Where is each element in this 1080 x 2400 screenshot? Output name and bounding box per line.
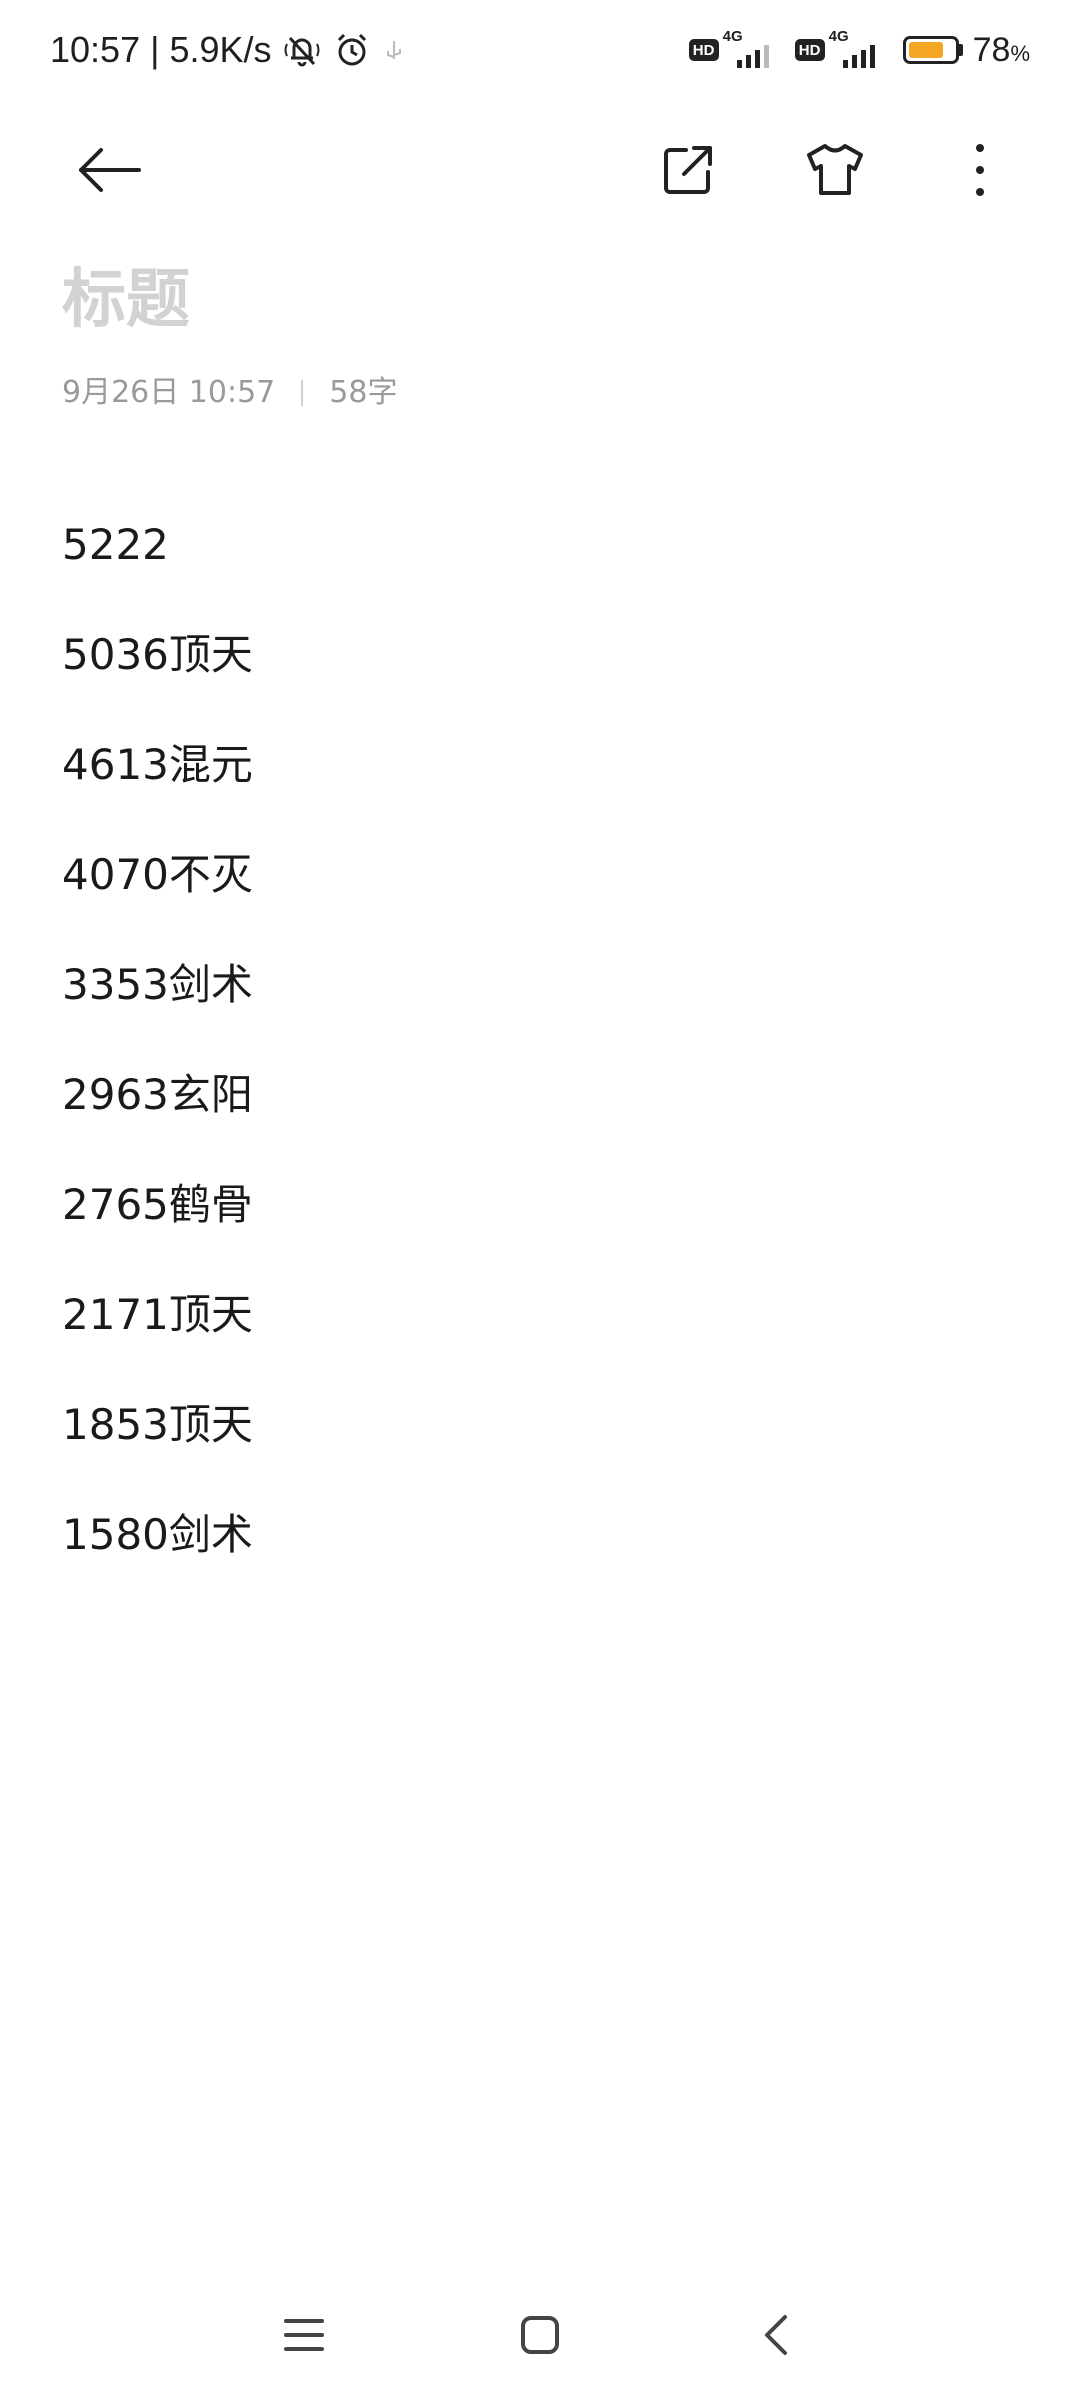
status-separator: | xyxy=(150,29,160,70)
status-left: 10:57 | 5.9K/s xyxy=(50,26,406,74)
theme-shirt-icon xyxy=(807,144,863,195)
note-line[interactable]: 4070不灭 xyxy=(62,820,1022,930)
note-line[interactable]: 1853顶天 xyxy=(62,1370,1022,1480)
share-icon xyxy=(664,146,712,194)
battery-fill xyxy=(908,42,943,58)
back-button[interactable] xyxy=(70,130,150,210)
note-title-input[interactable]: 标题 xyxy=(62,255,190,345)
battery-unit: % xyxy=(1010,40,1030,66)
back-arrow-icon xyxy=(79,148,141,192)
note-line[interactable]: 5222 xyxy=(62,490,1022,600)
system-back-button[interactable] xyxy=(736,2305,816,2365)
signal-bars-icon xyxy=(736,45,769,68)
battery-percentage: 78% xyxy=(973,31,1030,70)
usb-icon xyxy=(382,35,406,65)
battery-tip xyxy=(958,44,963,56)
theme-button[interactable] xyxy=(795,130,875,210)
toolbar xyxy=(0,110,1080,230)
share-button[interactable] xyxy=(648,130,728,210)
note-char-count: 58字 xyxy=(329,375,398,410)
system-nav-bar xyxy=(0,2290,1080,2380)
more-vertical-icon xyxy=(976,144,984,196)
back-icon xyxy=(765,2315,787,2355)
note-date: 9月26日 10:57 xyxy=(62,375,276,410)
note-line[interactable]: 1580剑术 xyxy=(62,1480,1022,1590)
battery-value: 78 xyxy=(972,30,1011,69)
status-right: HD 4G HD 4G 78% xyxy=(688,26,1030,74)
status-bar: 10:57 | 5.9K/s HD 4G HD 4G 78% xyxy=(0,0,1080,100)
battery-icon xyxy=(902,36,959,64)
menu-icon xyxy=(284,2319,324,2351)
note-line[interactable]: 2171顶天 xyxy=(62,1260,1022,1370)
signal-sim1: 4G xyxy=(723,28,781,70)
signal-sim2: 4G xyxy=(829,28,887,70)
status-time: 10:57 xyxy=(50,29,141,70)
bell-off-icon xyxy=(282,30,322,70)
home-icon xyxy=(521,2316,559,2354)
signal-bars-icon xyxy=(842,45,875,68)
hd-badge-sim2: HD xyxy=(794,39,825,61)
network-speed: 5.9K/s xyxy=(169,29,272,70)
more-options-button[interactable] xyxy=(940,130,1020,210)
recent-apps-button[interactable] xyxy=(264,2305,344,2365)
hd-badge-sim1: HD xyxy=(688,39,719,61)
note-meta: 9月26日 10:57 58字 xyxy=(62,368,397,418)
alarm-icon xyxy=(332,30,372,70)
note-line[interactable]: 2765鹤骨 xyxy=(62,1150,1022,1260)
note-line[interactable]: 2963玄阳 xyxy=(62,1040,1022,1150)
note-line[interactable]: 3353剑术 xyxy=(62,930,1022,1040)
note-body-editor[interactable]: 5222 5036顶天 4613混元 4070不灭 3353剑术 2963玄阳 … xyxy=(62,490,1022,1590)
meta-divider xyxy=(301,380,304,406)
home-button[interactable] xyxy=(500,2305,580,2365)
note-line[interactable]: 4613混元 xyxy=(62,710,1022,820)
note-line[interactable]: 5036顶天 xyxy=(62,600,1022,710)
